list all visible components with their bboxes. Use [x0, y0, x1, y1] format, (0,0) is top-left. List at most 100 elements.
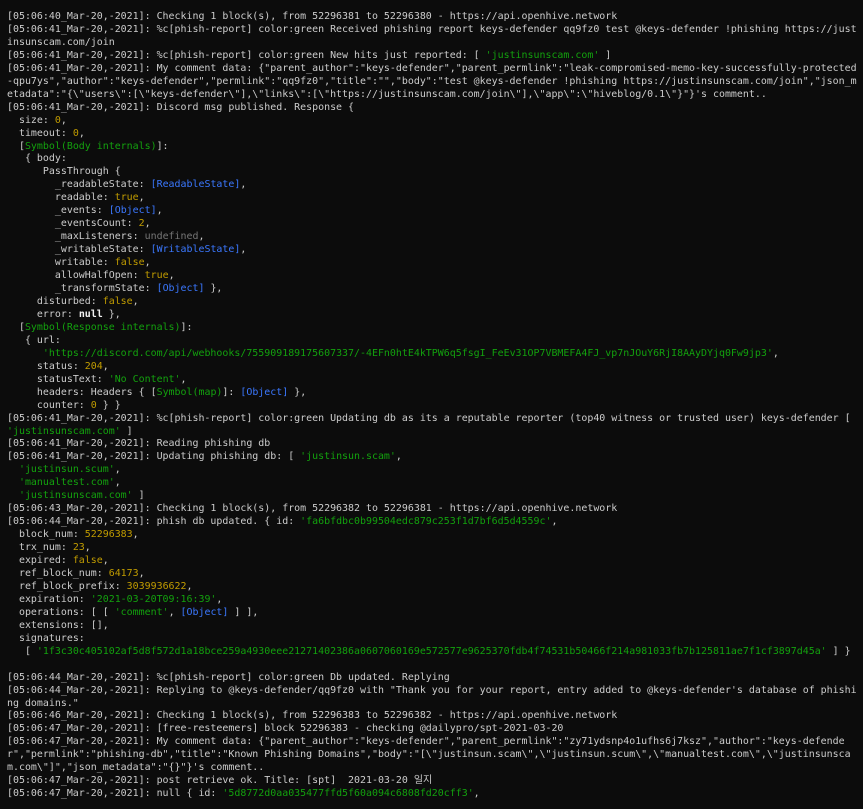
log-line: [Symbol(Response internals)]:: [7, 322, 857, 335]
log-segment: error:: [7, 308, 79, 320]
log-segment: 'justinsun.scam': [300, 451, 396, 463]
log-segment: null: [78, 308, 103, 320]
log-line: extensions: [],: [7, 620, 857, 633]
log-segment: 'justinsunscam.com': [7, 425, 121, 437]
log-segment: [05:06:47_Mar-20,-2021]: [free-resteemer…: [7, 723, 564, 735]
log-segment: _eventsCount:: [7, 218, 139, 230]
log-line: signatures:: [7, 633, 857, 646]
log-segment: false: [114, 257, 145, 269]
log-segment: ,: [186, 580, 193, 592]
log-segment: } }: [96, 399, 121, 411]
log-segment: ,: [84, 542, 91, 554]
log-segment: _events:: [7, 205, 109, 217]
log-line: 'justinsunscam.com' ]: [7, 490, 857, 503]
log-segment: ,: [78, 127, 85, 139]
log-segment: [ReadableState]: [150, 179, 241, 191]
log-segment: ]:: [222, 386, 241, 398]
log-segment: _writableState:: [7, 244, 151, 256]
log-segment: 'manualtest.com': [18, 477, 115, 489]
log-segment: ,: [168, 606, 181, 618]
log-segment: counter:: [7, 399, 91, 411]
log-line: readable: true,: [7, 192, 857, 205]
log-segment: true: [144, 270, 169, 282]
log-segment: ,: [395, 451, 402, 463]
log-segment: block_num:: [7, 529, 85, 541]
log-line: [05:06:41_Mar-20,-2021]: %c[phish-report…: [7, 413, 857, 439]
log-line: _readableState: [ReadableState],: [7, 179, 857, 192]
log-line: ref_block_num: 64173,: [7, 568, 857, 581]
log-segment: [05:06:41_Mar-20,-2021]: My comment data…: [7, 62, 857, 100]
log-segment: [05:06:41_Mar-20,-2021]: %c[phish-report…: [7, 49, 486, 61]
log-line: { url:: [7, 335, 857, 348]
log-segment: Symbol(Body internals): [24, 140, 157, 152]
log-segment: ,: [240, 244, 247, 256]
log-line: statusText: 'No Content',: [7, 374, 857, 387]
log-segment: [05:06:47_Mar-20,-2021]: null { id:: [7, 788, 223, 800]
log-segment: ] }: [826, 645, 851, 657]
log-segment: ,: [144, 257, 151, 269]
log-line: ref_block_prefix: 3039936622,: [7, 581, 857, 594]
log-segment: [05:06:41_Mar-20,-2021]: %c[phish-report…: [7, 23, 857, 48]
log-segment: [7, 490, 19, 501]
log-segment: '2021-03-20T09:16:39': [90, 593, 217, 605]
log-segment: },: [204, 283, 223, 295]
log-segment: size:: [7, 114, 55, 126]
log-segment: [05:06:47_Mar-20,-2021]: My comment data…: [7, 736, 851, 774]
log-segment: ]:: [180, 321, 193, 333]
log-segment: [: [7, 645, 37, 657]
log-line: _writableState: [WritableState],: [7, 244, 857, 257]
log-line: [05:06:44_Mar-20,-2021]: %c[phish-report…: [7, 672, 857, 685]
log-segment: 'justinsunscam.com': [485, 49, 600, 61]
log-line: block_num: 52296383,: [7, 529, 857, 542]
log-segment: [Object]: [240, 386, 289, 398]
log-line: _transformState: [Object] },: [7, 283, 857, 296]
log-segment: ,: [198, 231, 205, 243]
log-segment: [05:06:43_Mar-20,-2021]: Checking 1 bloc…: [7, 503, 618, 515]
log-segment: writable:: [7, 257, 115, 269]
log-segment: ,: [114, 477, 121, 489]
log-segment: [05:06:44_Mar-20,-2021]: Replying to @ke…: [7, 684, 857, 709]
log-segment: [05:06:41_Mar-20,-2021]: Discord msg pub…: [7, 101, 355, 113]
log-line: error: null },: [7, 309, 857, 322]
log-segment: [WritableState]: [150, 244, 241, 256]
log-line: _eventsCount: 2,: [7, 218, 857, 231]
log-line: 'https://discord.com/api/webhooks/755909…: [7, 348, 857, 361]
log-segment: disturbed:: [7, 295, 103, 307]
log-segment: ,: [240, 179, 247, 191]
log-segment: undefined: [144, 231, 199, 243]
log-segment: ,: [473, 788, 480, 800]
log-line: [05:06:41_Mar-20,-2021]: Updating phishi…: [7, 451, 857, 464]
log-segment: [05:06:40_Mar-20,-2021]: Checking 1 bloc…: [7, 11, 618, 22]
log-line: [05:06:41_Mar-20,-2021]: %c[phish-report…: [7, 50, 857, 63]
log-segment: true: [114, 192, 139, 204]
log-line: [05:06:41_Mar-20,-2021]: %c[phish-report…: [7, 24, 857, 50]
log-segment: 'comment': [114, 606, 169, 618]
log-segment: ,: [114, 464, 121, 476]
log-line: operations: [ [ 'comment', [Object] ] ],: [7, 607, 857, 620]
log-segment: ,: [216, 593, 223, 605]
log-segment: readable:: [7, 192, 115, 204]
log-segment: },: [288, 386, 307, 398]
log-segment: ,: [138, 567, 145, 579]
log-segment: ,: [60, 114, 67, 126]
log-segment: signatures:: [7, 632, 85, 644]
log-segment: [05:06:44_Mar-20,-2021]: phish db update…: [7, 516, 301, 528]
log-line: [05:06:41_Mar-20,-2021]: Discord msg pub…: [7, 102, 857, 115]
log-segment: 'justinsunscam.com': [18, 490, 133, 502]
log-segment: statusText:: [7, 373, 109, 385]
log-segment: ]: [599, 49, 612, 61]
log-line: [05:06:40_Mar-20,-2021]: Checking 1 bloc…: [7, 11, 857, 24]
log-segment: extensions: [],: [7, 619, 109, 631]
log-segment: [05:06:46_Mar-20,-2021]: Checking 1 bloc…: [7, 710, 618, 722]
terminal-window[interactable]: [05:06:40_Mar-20,-2021]: Checking 1 bloc…: [0, 0, 863, 809]
log-line: status: 204,: [7, 361, 857, 374]
log-line: headers: Headers { [Symbol(map)]: [Objec…: [7, 387, 857, 400]
log-line: { body:: [7, 153, 857, 166]
log-segment: 204: [84, 360, 103, 372]
log-line: 'justinsun.scum',: [7, 464, 857, 477]
log-segment: ,: [156, 205, 163, 217]
log-segment: ,: [102, 360, 109, 372]
log-segment: [Object]: [180, 606, 229, 618]
log-segment: ]:: [156, 140, 169, 152]
log-segment: ,: [180, 373, 187, 385]
